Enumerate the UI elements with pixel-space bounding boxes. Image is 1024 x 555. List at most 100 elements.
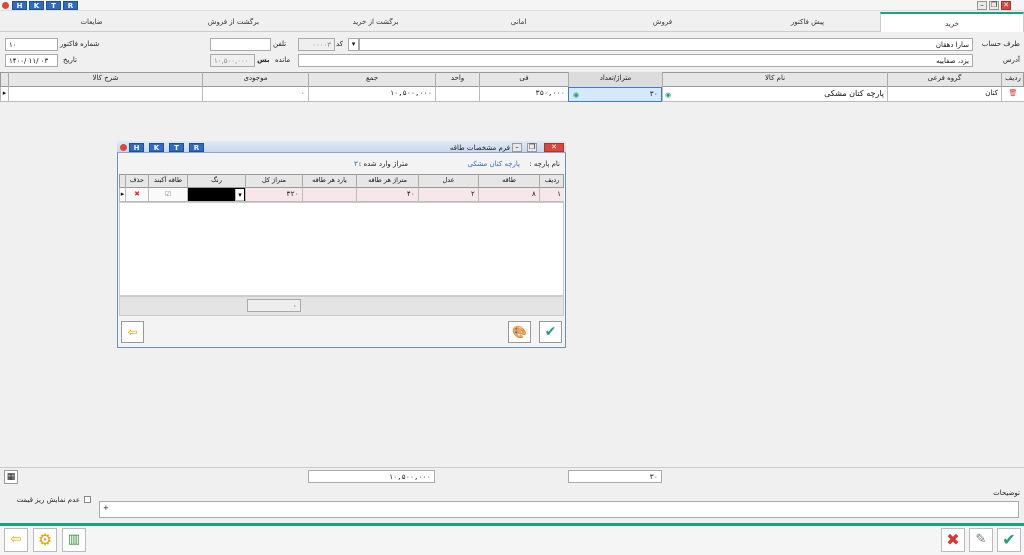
pcol-yard-per-roll[interactable]: یارد هر طاقه bbox=[302, 174, 356, 188]
pcol-sealed[interactable]: طاقه آکبند bbox=[148, 174, 187, 188]
col-description[interactable]: شرح کالا bbox=[8, 72, 202, 87]
hide-price-detail-checkbox[interactable] bbox=[84, 496, 91, 503]
dialog-hk-h[interactable]: H bbox=[129, 143, 144, 152]
report-chart-icon[interactable]: ▥ bbox=[62, 528, 86, 552]
app-icon bbox=[2, 2, 9, 9]
minimize-icon[interactable]: – bbox=[977, 1, 987, 10]
meter-entered-label: متراژ وارد شده : bbox=[358, 160, 408, 168]
account-dropdown-icon[interactable]: ▾ bbox=[348, 38, 359, 51]
cell-unit[interactable] bbox=[435, 87, 479, 102]
tab-sales-return[interactable]: برگشت از فروش bbox=[163, 12, 304, 32]
dialog-hk-k[interactable]: K bbox=[149, 143, 164, 152]
tab-waste[interactable]: ضایعات bbox=[20, 12, 163, 32]
invoice-number-label: شماره فاکتور bbox=[60, 40, 100, 48]
phone-field[interactable] bbox=[210, 38, 271, 51]
close-icon[interactable]: ✕ bbox=[1001, 1, 1011, 10]
cell-product[interactable]: پارچه کتان مشکی bbox=[662, 87, 887, 102]
col-price[interactable]: فی bbox=[479, 72, 568, 87]
pcol-total-meter[interactable]: متراژ کل bbox=[245, 174, 302, 188]
notes-label: توضیحات bbox=[993, 489, 1020, 497]
tab-proforma[interactable]: پیش فاکتور bbox=[735, 12, 880, 32]
hk-button-r[interactable]: R bbox=[63, 1, 78, 10]
balance-field: ۱۰,۵۰۰,۰۰۰ bbox=[210, 54, 255, 67]
row-pointer-icon: ▸ bbox=[0, 87, 8, 102]
grid-settings-icon[interactable]: ▦ bbox=[4, 470, 18, 484]
invoice-number-field[interactable]: ۱۰ bbox=[5, 38, 58, 51]
col-meter[interactable]: متراژ/تعداد bbox=[568, 72, 662, 87]
address-field[interactable]: یزد، صفاییه bbox=[298, 54, 973, 67]
cancel-icon[interactable]: ✖ bbox=[941, 528, 965, 552]
dialog-confirm-icon[interactable]: ✔ bbox=[539, 321, 562, 343]
col-unit[interactable]: واحد bbox=[435, 72, 479, 87]
pcell-total-meter: ۳۲۰ bbox=[245, 188, 302, 202]
bottom-action-bar bbox=[0, 523, 1024, 555]
total-meter: ۳۰ bbox=[568, 470, 662, 483]
dialog-hk-t[interactable]: T bbox=[169, 143, 184, 152]
exit-icon[interactable]: ⇦ bbox=[4, 528, 28, 552]
dialog-title: فرم مشخصات طاقه bbox=[449, 144, 510, 152]
tab-purchase[interactable]: خرید bbox=[880, 12, 1024, 32]
col-row[interactable]: ردیف bbox=[1001, 72, 1024, 87]
pcell-roll[interactable]: ۸ bbox=[478, 188, 539, 202]
meter-lookup-icon[interactable]: ◉ bbox=[570, 89, 580, 100]
col-stock[interactable]: موجودی bbox=[202, 72, 308, 87]
top-bar bbox=[0, 0, 1024, 11]
pcell-meter-per-roll[interactable]: ۴۰ bbox=[356, 188, 418, 202]
pcell-yard-per-roll[interactable] bbox=[302, 188, 356, 202]
pcell-bale[interactable]: ۲ bbox=[418, 188, 478, 202]
date-field[interactable]: ۱۴۰۰/ ۱۱/ ۰۳ bbox=[5, 54, 58, 67]
prow-pointer-icon: ▸ bbox=[119, 188, 125, 202]
col-subgroup[interactable]: گروه فرعی bbox=[887, 72, 1001, 87]
pcell-row: ۱ bbox=[539, 188, 564, 202]
dialog-app-icon bbox=[120, 144, 127, 151]
cell-description[interactable] bbox=[8, 87, 202, 102]
palette-icon[interactable]: 🎨 bbox=[508, 321, 531, 343]
tab-purchase-return[interactable]: برگشت از خرید bbox=[304, 12, 447, 32]
settings-gear-icon[interactable]: ⚙ bbox=[33, 528, 57, 552]
code-label: کد bbox=[336, 40, 344, 48]
col-product[interactable]: نام کالا bbox=[662, 72, 887, 87]
notes-field[interactable]: + bbox=[99, 501, 1019, 518]
pcol-color[interactable]: رنگ bbox=[187, 174, 245, 188]
balance-flag: بس bbox=[257, 56, 270, 64]
dialog-minimize-icon[interactable]: – bbox=[512, 143, 522, 152]
tab-consignment[interactable]: امانی bbox=[447, 12, 590, 32]
dialog-footer-total: ۰ bbox=[247, 299, 301, 312]
totals-bar bbox=[0, 467, 1024, 485]
address-label: آدرس bbox=[1003, 56, 1020, 64]
delete-icon[interactable]: ✖ bbox=[125, 188, 148, 202]
pcol-row[interactable]: ردیف bbox=[539, 174, 564, 188]
tab-sales[interactable]: فروش bbox=[590, 12, 735, 32]
col-sum[interactable]: جمع bbox=[308, 72, 435, 87]
save-icon[interactable]: ✔ bbox=[997, 528, 1021, 552]
account-field[interactable]: سارا دهقان bbox=[359, 38, 973, 51]
product-lookup-icon[interactable]: ◉ bbox=[662, 89, 674, 100]
dialog-hk-r[interactable]: R bbox=[189, 143, 204, 152]
account-label: طرف حساب bbox=[981, 40, 1020, 48]
total-sum: ۱۰,۵۰۰,۰۰۰ bbox=[308, 470, 435, 483]
meter-entered-value: ۳۰ bbox=[354, 160, 362, 168]
pcol-delete[interactable]: حذف bbox=[125, 174, 148, 188]
date-label: تاریخ bbox=[63, 56, 77, 64]
cell-meter[interactable]: ۳۰ bbox=[568, 87, 662, 102]
cell-price[interactable]: ۳۵۰,۰۰۰ bbox=[479, 87, 568, 102]
cell-subgroup[interactable]: کتان bbox=[887, 87, 1001, 102]
dialog-restore-icon[interactable]: ❐ bbox=[527, 143, 537, 152]
delete-row-icon[interactable]: 🗑 bbox=[1001, 87, 1024, 102]
dialog-grid-footer bbox=[119, 296, 564, 316]
pcol-bale[interactable]: عدل bbox=[418, 174, 478, 188]
cell-stock: ۰ bbox=[202, 87, 308, 102]
edit-icon[interactable]: ✎ bbox=[969, 528, 993, 552]
restore-icon[interactable]: ❐ bbox=[989, 1, 999, 10]
pcol-meter-per-roll[interactable]: متراژ هر طاقه bbox=[356, 174, 418, 188]
dialog-exit-icon[interactable]: ⇦ bbox=[121, 321, 144, 343]
color-dropdown-icon[interactable]: ▾ bbox=[235, 189, 244, 201]
pcol-roll[interactable]: طاقه bbox=[478, 174, 539, 188]
hk-button-k[interactable]: K bbox=[29, 1, 44, 10]
sealed-checkbox[interactable]: ☑ bbox=[148, 188, 187, 202]
dialog-grid-body bbox=[119, 202, 564, 296]
hk-button-t[interactable]: T bbox=[46, 1, 61, 10]
hk-button-h[interactable]: H bbox=[12, 1, 27, 10]
dialog-close-icon[interactable]: ✕ bbox=[544, 143, 564, 152]
hide-price-detail-label: عدم نمایش ریز قیمت bbox=[16, 496, 80, 504]
